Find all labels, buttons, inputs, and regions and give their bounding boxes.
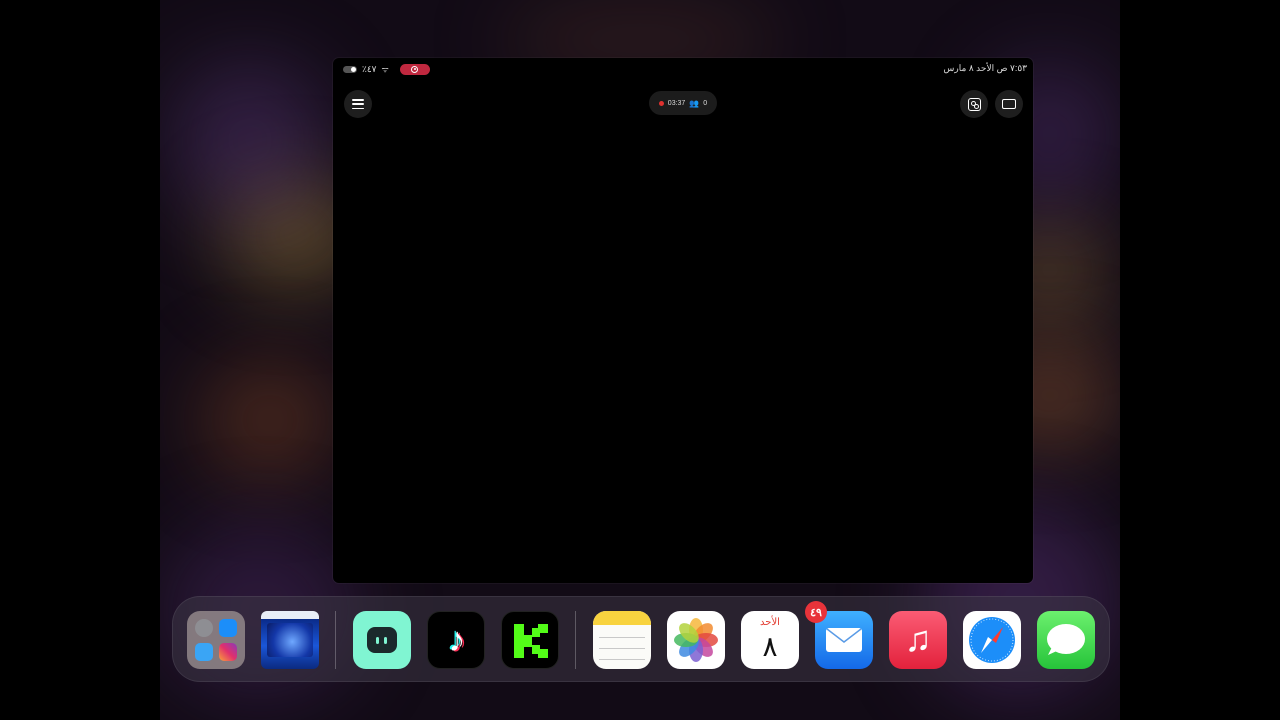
screen-icon bbox=[1002, 99, 1016, 109]
chat-bubble-icon bbox=[1047, 624, 1085, 655]
tiktok-app-icon[interactable]: ♪ bbox=[427, 611, 485, 669]
menu-button[interactable] bbox=[344, 90, 372, 118]
app-store-icon bbox=[219, 619, 237, 637]
settings-icon bbox=[195, 619, 213, 637]
wifi-icon: ᯤ bbox=[381, 64, 389, 74]
calendar-day: ٨ bbox=[762, 631, 778, 662]
files-icon bbox=[195, 643, 213, 661]
photos-app-icon[interactable] bbox=[667, 611, 725, 669]
app-window: ٪٤٧ ᯤ ٧:٥٣ ص الأحد ٨ مارس 03:37 👥 0 bbox=[333, 58, 1033, 583]
messages-app-icon[interactable] bbox=[1037, 611, 1095, 669]
viewers-icon: 👥 bbox=[689, 98, 700, 108]
calendar-weekday: الأحد bbox=[760, 617, 780, 628]
battery-icon bbox=[343, 65, 357, 73]
live-status-pill[interactable]: 03:37 👥 0 bbox=[649, 91, 717, 115]
live-timer: 03:37 bbox=[667, 99, 686, 107]
live-dot-icon bbox=[658, 100, 664, 106]
notes-header bbox=[593, 611, 651, 625]
calendar-app-icon[interactable]: الأحد ٨ bbox=[741, 611, 799, 669]
notes-app-icon[interactable] bbox=[593, 611, 651, 669]
dock: ♪ الأحد ٨ ٤٩ ♫ bbox=[172, 596, 1110, 682]
music-note-icon: ♫ bbox=[904, 618, 932, 659]
window-preview bbox=[267, 623, 313, 657]
record-icon bbox=[411, 65, 419, 73]
viewer-count: 0 bbox=[703, 99, 708, 107]
photos-flower-icon bbox=[674, 618, 718, 662]
display-button[interactable] bbox=[995, 90, 1023, 118]
battery-percent: ٪٤٧ bbox=[362, 63, 377, 74]
kick-app-icon[interactable] bbox=[501, 611, 559, 669]
dock-divider bbox=[335, 611, 336, 669]
streamlabs-logo bbox=[367, 627, 397, 653]
hamburger-icon bbox=[352, 99, 364, 109]
compass-icon bbox=[969, 617, 1015, 663]
app-library-folder[interactable] bbox=[187, 611, 245, 669]
controller-icon bbox=[967, 97, 981, 111]
dock-divider-2 bbox=[575, 611, 576, 669]
screen-recording-indicator[interactable] bbox=[399, 63, 430, 75]
status-left: ٪٤٧ ᯤ bbox=[343, 63, 430, 75]
streamlabs-app-icon[interactable] bbox=[353, 611, 411, 669]
music-app-icon[interactable]: ♫ bbox=[889, 611, 947, 669]
tiktok-note-icon: ♪ bbox=[448, 621, 466, 659]
status-datetime: ٧:٥٣ ص الأحد ٨ مارس bbox=[943, 63, 1027, 73]
mail-badge: ٤٩ bbox=[805, 601, 827, 623]
safari-app-icon[interactable] bbox=[963, 611, 1021, 669]
kick-logo bbox=[514, 624, 548, 658]
controller-button[interactable] bbox=[960, 90, 988, 118]
instagram-icon bbox=[219, 643, 237, 661]
recent-app-icon[interactable] bbox=[261, 611, 319, 669]
